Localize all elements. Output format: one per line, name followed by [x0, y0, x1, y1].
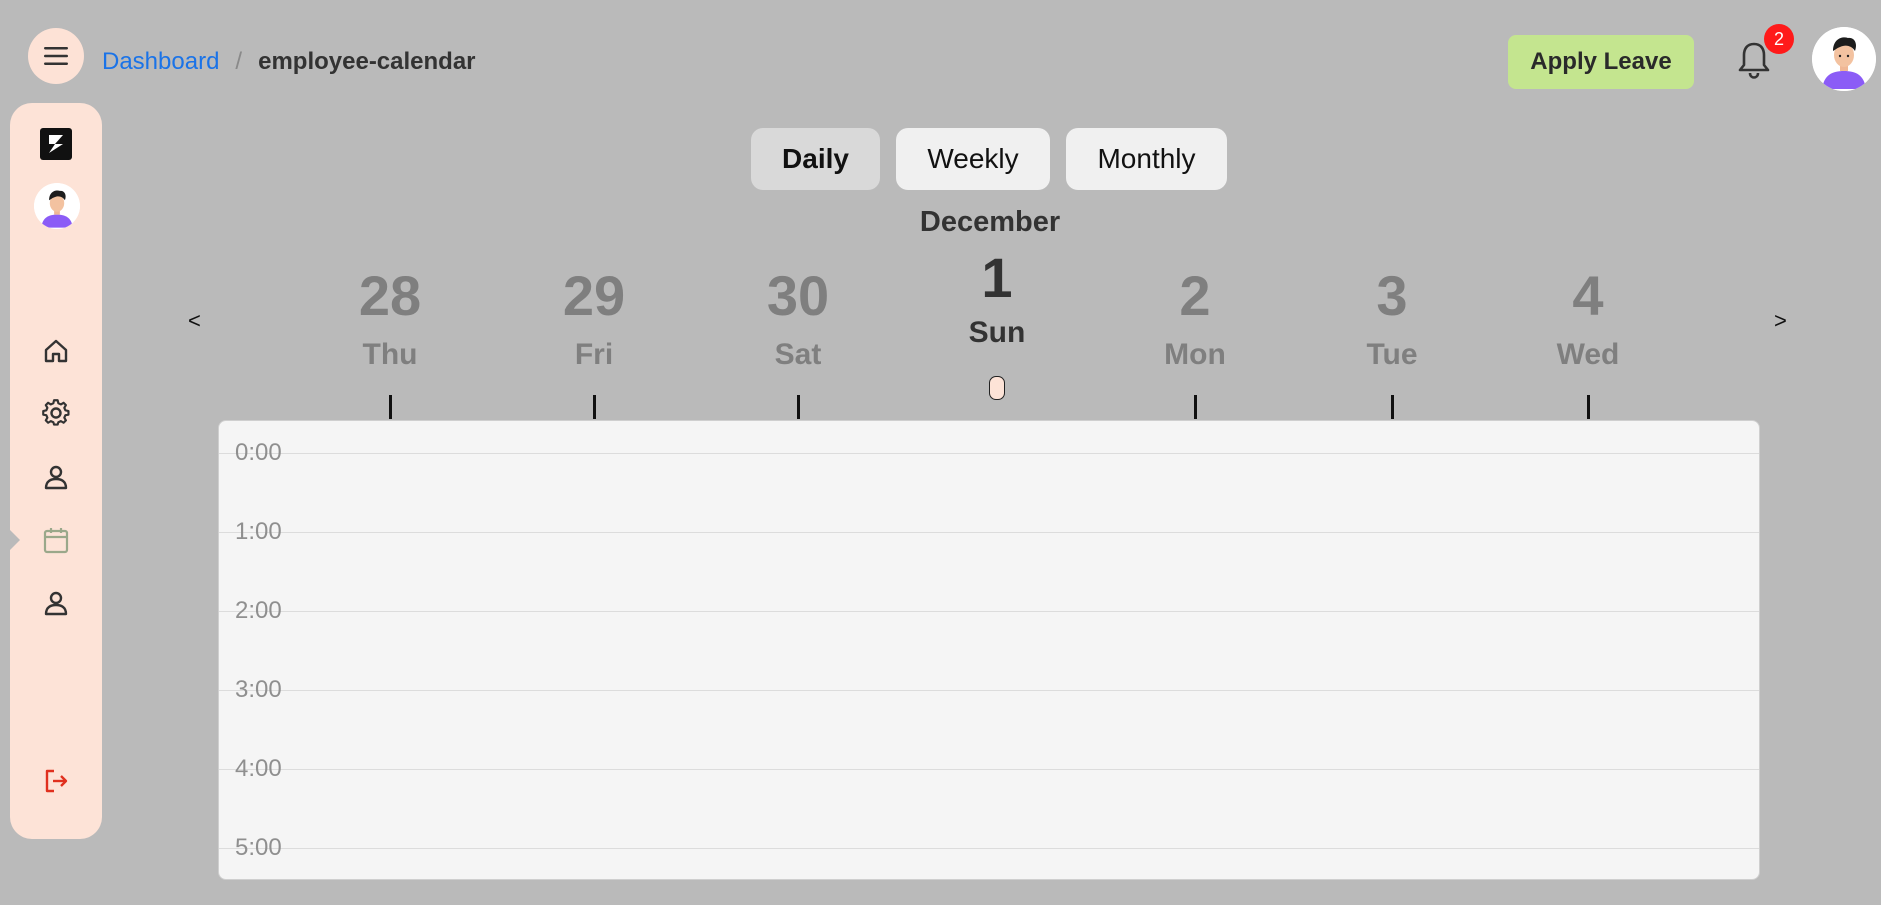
- day-1-selected[interactable]: 1 Sun: [927, 250, 1067, 350]
- view-monthly-button[interactable]: Monthly: [1066, 128, 1227, 190]
- app-logo[interactable]: [40, 128, 72, 160]
- day-number: 2: [1179, 264, 1211, 327]
- day-name: Mon: [1164, 338, 1226, 371]
- hour-gridline: [219, 611, 1759, 612]
- sidebar-avatar[interactable]: [34, 183, 80, 229]
- hour-label: 4:00: [235, 755, 282, 782]
- menu-toggle-button[interactable]: [28, 28, 84, 84]
- next-days-button[interactable]: >: [1774, 308, 1787, 334]
- breadcrumb-dashboard-link[interactable]: Dashboard: [102, 48, 219, 76]
- notification-badge: 2: [1764, 24, 1794, 54]
- hour-gridline: [219, 453, 1759, 454]
- breadcrumb-separator: /: [235, 48, 243, 75]
- day-tick: [389, 395, 392, 419]
- prev-days-button[interactable]: <: [188, 308, 201, 334]
- logout-icon: [45, 769, 68, 793]
- selected-day-marker: [989, 376, 1005, 400]
- hour-row[interactable]: 3:00: [219, 658, 1759, 737]
- day-29[interactable]: 29 Fri: [524, 268, 664, 372]
- hour-label: 3:00: [235, 676, 282, 703]
- day-28[interactable]: 28 Thu: [320, 268, 460, 372]
- apply-leave-button[interactable]: Apply Leave: [1508, 35, 1694, 89]
- day-number: 30: [766, 264, 830, 327]
- active-item-pointer: [10, 530, 20, 550]
- hour-row[interactable]: 2:00: [219, 579, 1759, 658]
- sidebar-item-employees[interactable]: [38, 585, 74, 621]
- hour-label: 2:00: [235, 597, 282, 624]
- day-number: 4: [1572, 264, 1604, 327]
- day-name: Wed: [1556, 338, 1620, 371]
- month-label: December: [919, 206, 1061, 238]
- day-2[interactable]: 2 Mon: [1125, 268, 1265, 372]
- gear-icon: [42, 399, 70, 426]
- hour-label: 1:00: [235, 518, 282, 545]
- hour-gridline: [219, 848, 1759, 849]
- day-tick: [1194, 395, 1197, 419]
- day-name: Sun: [968, 316, 1026, 349]
- avatar[interactable]: [1812, 27, 1876, 91]
- sidebar: [10, 103, 102, 839]
- hour-gridline: [219, 769, 1759, 770]
- day-tick: [1587, 395, 1590, 419]
- day-30[interactable]: 30 Sat: [728, 268, 868, 372]
- user-icon: [44, 465, 68, 490]
- hour-row[interactable]: 1:00: [219, 500, 1759, 579]
- day-number: 28: [358, 264, 422, 327]
- hour-label: 0:00: [235, 439, 282, 466]
- hour-row[interactable]: 5:00: [219, 816, 1759, 879]
- day-number: 3: [1376, 264, 1408, 327]
- hour-label: 5:00: [235, 834, 282, 861]
- sidebar-item-settings[interactable]: [38, 395, 74, 431]
- day-name: Thu: [362, 338, 418, 371]
- day-number: 29: [562, 264, 626, 327]
- day-3[interactable]: 3 Tue: [1322, 268, 1462, 372]
- logo-icon: [49, 135, 63, 153]
- day-name: Tue: [1366, 338, 1418, 371]
- hamburger-icon: [44, 47, 68, 65]
- view-weekly-button[interactable]: Weekly: [896, 128, 1050, 190]
- day-name: Sat: [774, 338, 822, 371]
- day-4[interactable]: 4 Wed: [1518, 268, 1658, 372]
- user-icon: [44, 591, 68, 616]
- day-tick: [593, 395, 596, 419]
- day-tick: [797, 395, 800, 419]
- calendar-icon: [43, 528, 69, 554]
- hour-row[interactable]: 4:00: [219, 737, 1759, 816]
- sidebar-item-home[interactable]: [38, 333, 74, 369]
- hour-row[interactable]: 0:00: [219, 421, 1759, 500]
- day-tick: [1391, 395, 1394, 419]
- view-daily-button[interactable]: Daily: [751, 128, 880, 190]
- day-number: 1: [981, 246, 1013, 309]
- hour-gridline: [219, 532, 1759, 533]
- day-timeline[interactable]: 0:00 1:00 2:00 3:00 4:00 5:00: [218, 420, 1760, 880]
- home-icon: [44, 339, 68, 363]
- hour-gridline: [219, 690, 1759, 691]
- sidebar-item-profile[interactable]: [38, 459, 74, 495]
- sidebar-item-calendar[interactable]: [38, 522, 74, 558]
- breadcrumb: Dashboard / employee-calendar: [102, 48, 476, 76]
- logout-button[interactable]: [38, 763, 74, 799]
- user-avatar-image: [1812, 27, 1876, 91]
- day-name: Fri: [574, 338, 614, 371]
- breadcrumb-current: employee-calendar: [258, 48, 476, 75]
- user-avatar-image: [34, 183, 80, 229]
